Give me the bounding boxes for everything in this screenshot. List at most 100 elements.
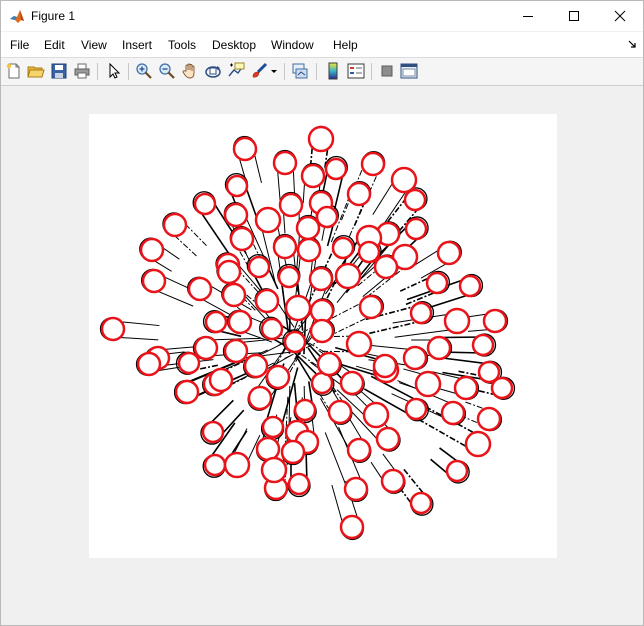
detected-circle xyxy=(346,437,372,463)
maximize-button[interactable] xyxy=(551,1,597,31)
toolbar-separator xyxy=(284,63,285,80)
detected-circle xyxy=(307,125,335,153)
matlab-logo-icon xyxy=(9,8,25,24)
link-plot-icon[interactable] xyxy=(291,62,309,80)
detected-circle xyxy=(255,436,281,462)
detected-circle xyxy=(227,309,253,335)
save-icon[interactable] xyxy=(50,62,68,80)
detected-circle xyxy=(247,385,273,411)
detected-circle xyxy=(295,215,321,241)
detected-circle xyxy=(339,370,365,396)
detected-circle xyxy=(296,237,322,263)
dock-arrow-icon[interactable] xyxy=(627,39,637,49)
detected-circle xyxy=(136,351,162,377)
detected-circle xyxy=(357,240,381,264)
detected-circle xyxy=(404,397,428,421)
figure-window: Figure 1 File Edit View Insert Tools Des… xyxy=(0,0,644,626)
detected-circle xyxy=(380,468,406,494)
title-bar[interactable]: Figure 1 xyxy=(1,1,643,31)
detected-circle xyxy=(260,317,284,341)
detected-circle xyxy=(403,188,427,212)
rotate-3d-icon[interactable] xyxy=(204,62,222,80)
detected-circle xyxy=(287,472,311,496)
legend-icon[interactable] xyxy=(347,62,365,80)
zoom-in-icon[interactable] xyxy=(135,62,153,80)
window-title: Figure 1 xyxy=(31,9,76,23)
detected-circle xyxy=(464,430,492,458)
brush-icon[interactable] xyxy=(250,62,268,80)
print-icon[interactable] xyxy=(73,62,91,80)
detected-circle xyxy=(358,294,384,320)
detected-circle xyxy=(346,181,372,207)
show-plot-tools-icon[interactable] xyxy=(400,62,418,80)
zoom-out-icon[interactable] xyxy=(158,62,176,80)
menu-view[interactable]: View xyxy=(81,38,107,52)
detected-circle xyxy=(436,240,462,266)
detected-circle xyxy=(221,282,247,308)
menu-insert[interactable]: Insert xyxy=(122,38,152,52)
close-button[interactable] xyxy=(597,1,643,31)
brush-dropdown-icon[interactable] xyxy=(269,62,279,80)
detected-circle xyxy=(308,266,334,292)
detected-circle xyxy=(458,274,482,298)
detected-circle xyxy=(201,420,225,444)
detected-circle xyxy=(402,345,428,371)
menu-window[interactable]: Window xyxy=(271,38,314,52)
detected-circle xyxy=(482,308,508,334)
detected-circle xyxy=(372,353,398,379)
menu-bar: File Edit View Insert Tools Desktop Wind… xyxy=(1,32,643,57)
toolbar-separator xyxy=(128,63,129,80)
detected-circle xyxy=(177,351,201,375)
detected-circle xyxy=(476,406,502,432)
detected-circle xyxy=(324,157,348,181)
circle-detection-image xyxy=(99,125,516,541)
detected-circle xyxy=(203,453,227,477)
detected-circle xyxy=(216,259,242,285)
detected-circle xyxy=(345,330,373,358)
detected-circle xyxy=(404,217,428,241)
detected-circle xyxy=(243,353,269,379)
minimize-icon xyxy=(523,16,533,17)
menu-tools[interactable]: Tools xyxy=(168,38,196,52)
figure-axes[interactable] xyxy=(89,114,557,558)
open-file-icon[interactable] xyxy=(27,62,45,80)
data-cursor-icon[interactable] xyxy=(227,62,245,80)
detected-circle xyxy=(254,206,282,234)
detected-circle xyxy=(229,226,255,252)
maximize-icon xyxy=(569,11,579,21)
detected-circle xyxy=(316,351,342,377)
detected-circle xyxy=(139,237,165,263)
menu-file[interactable]: File xyxy=(10,38,29,52)
detected-circle xyxy=(309,318,335,344)
detected-circle xyxy=(278,192,304,218)
detected-circle xyxy=(373,254,399,280)
detected-circle xyxy=(409,491,433,515)
detected-circle xyxy=(208,367,234,393)
menu-help[interactable]: Help xyxy=(333,38,358,52)
minimize-button[interactable] xyxy=(505,1,551,31)
detected-circle xyxy=(272,234,298,260)
hide-plot-tools-icon[interactable] xyxy=(378,62,396,80)
pan-icon[interactable] xyxy=(181,62,199,80)
detected-circle xyxy=(414,370,442,398)
detected-circle xyxy=(293,398,317,422)
detected-circle xyxy=(327,399,353,425)
detected-circle xyxy=(453,375,479,401)
colorbar-icon[interactable] xyxy=(324,62,342,80)
detected-circle xyxy=(445,459,469,483)
detected-circles xyxy=(100,125,514,540)
menu-desktop[interactable]: Desktop xyxy=(212,38,256,52)
menu-edit[interactable]: Edit xyxy=(44,38,65,52)
new-figure-icon[interactable] xyxy=(5,62,23,80)
detected-circle xyxy=(223,338,249,364)
detected-circle xyxy=(477,360,501,384)
edit-plot-icon[interactable] xyxy=(105,62,123,80)
detected-circle xyxy=(375,426,401,452)
detected-circle xyxy=(300,163,326,189)
detected-circle xyxy=(443,307,471,335)
detected-circle xyxy=(283,330,307,354)
detected-circle xyxy=(232,136,258,162)
detected-circle xyxy=(247,255,271,279)
detected-circle xyxy=(261,415,285,439)
detected-circle xyxy=(390,166,418,194)
